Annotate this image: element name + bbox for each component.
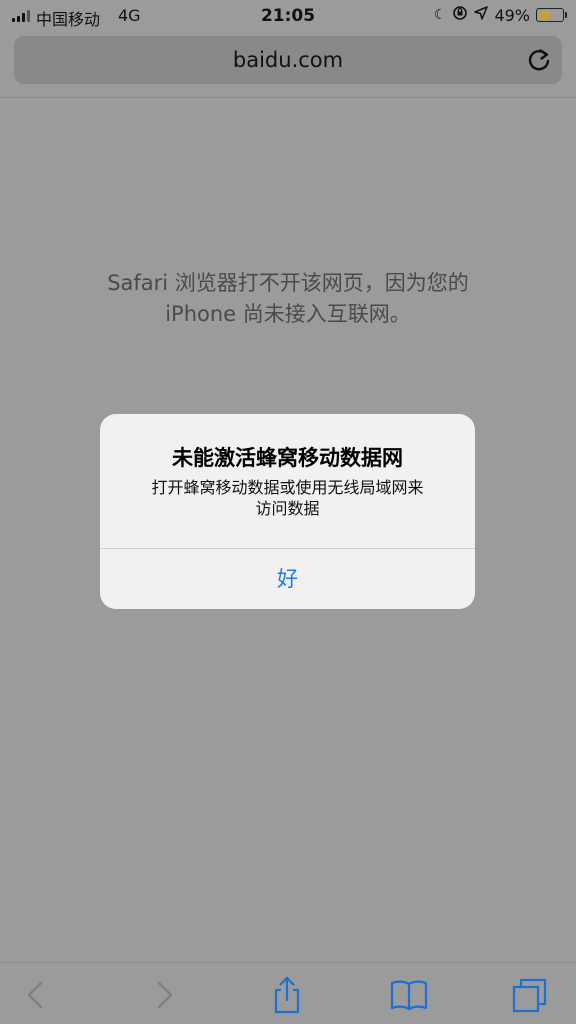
error-message: Safari 浏览器打不开该网页，因为您的 iPhone 尚未接入互联网。 <box>0 268 576 330</box>
url-text[interactable]: baidu.com <box>14 36 562 84</box>
location-icon <box>474 6 489 24</box>
status-icons: ☾ 49% <box>433 5 567 25</box>
ok-button[interactable]: 好 <box>100 549 475 609</box>
forward-icon[interactable] <box>143 975 183 1015</box>
alert-dialog: 未能激活蜂窝移动数据网 打开蜂窝移动数据或使用无线局域网来 访问数据 好 <box>100 414 475 609</box>
status-bar: 中国移动 4G 21:05 ☾ 49% <box>0 0 576 32</box>
alert-message-line-2: 访问数据 <box>255 499 320 518</box>
error-line-1: Safari 浏览器打不开该网页，因为您的 <box>107 271 469 295</box>
share-icon[interactable] <box>267 975 307 1015</box>
battery-percent: 49% <box>494 5 530 25</box>
back-icon[interactable] <box>17 975 57 1015</box>
orientation-lock-icon <box>452 5 468 25</box>
reload-icon[interactable] <box>526 47 552 73</box>
bookmarks-icon[interactable] <box>389 975 429 1015</box>
tabs-icon[interactable] <box>510 975 550 1015</box>
battery-icon <box>536 8 567 22</box>
address-bar[interactable]: baidu.com <box>14 36 562 84</box>
error-line-2: iPhone 尚未接入互联网。 <box>165 302 411 326</box>
alert-message-line-1: 打开蜂窝移动数据或使用无线局域网来 <box>151 478 424 497</box>
alert-message: 打开蜂窝移动数据或使用无线局域网来 访问数据 <box>120 477 455 519</box>
moon-icon: ☾ <box>433 7 447 23</box>
toolbar-divider <box>0 97 576 98</box>
alert-title: 未能激活蜂窝移动数据网 <box>172 446 403 470</box>
bottom-toolbar <box>0 962 576 1024</box>
